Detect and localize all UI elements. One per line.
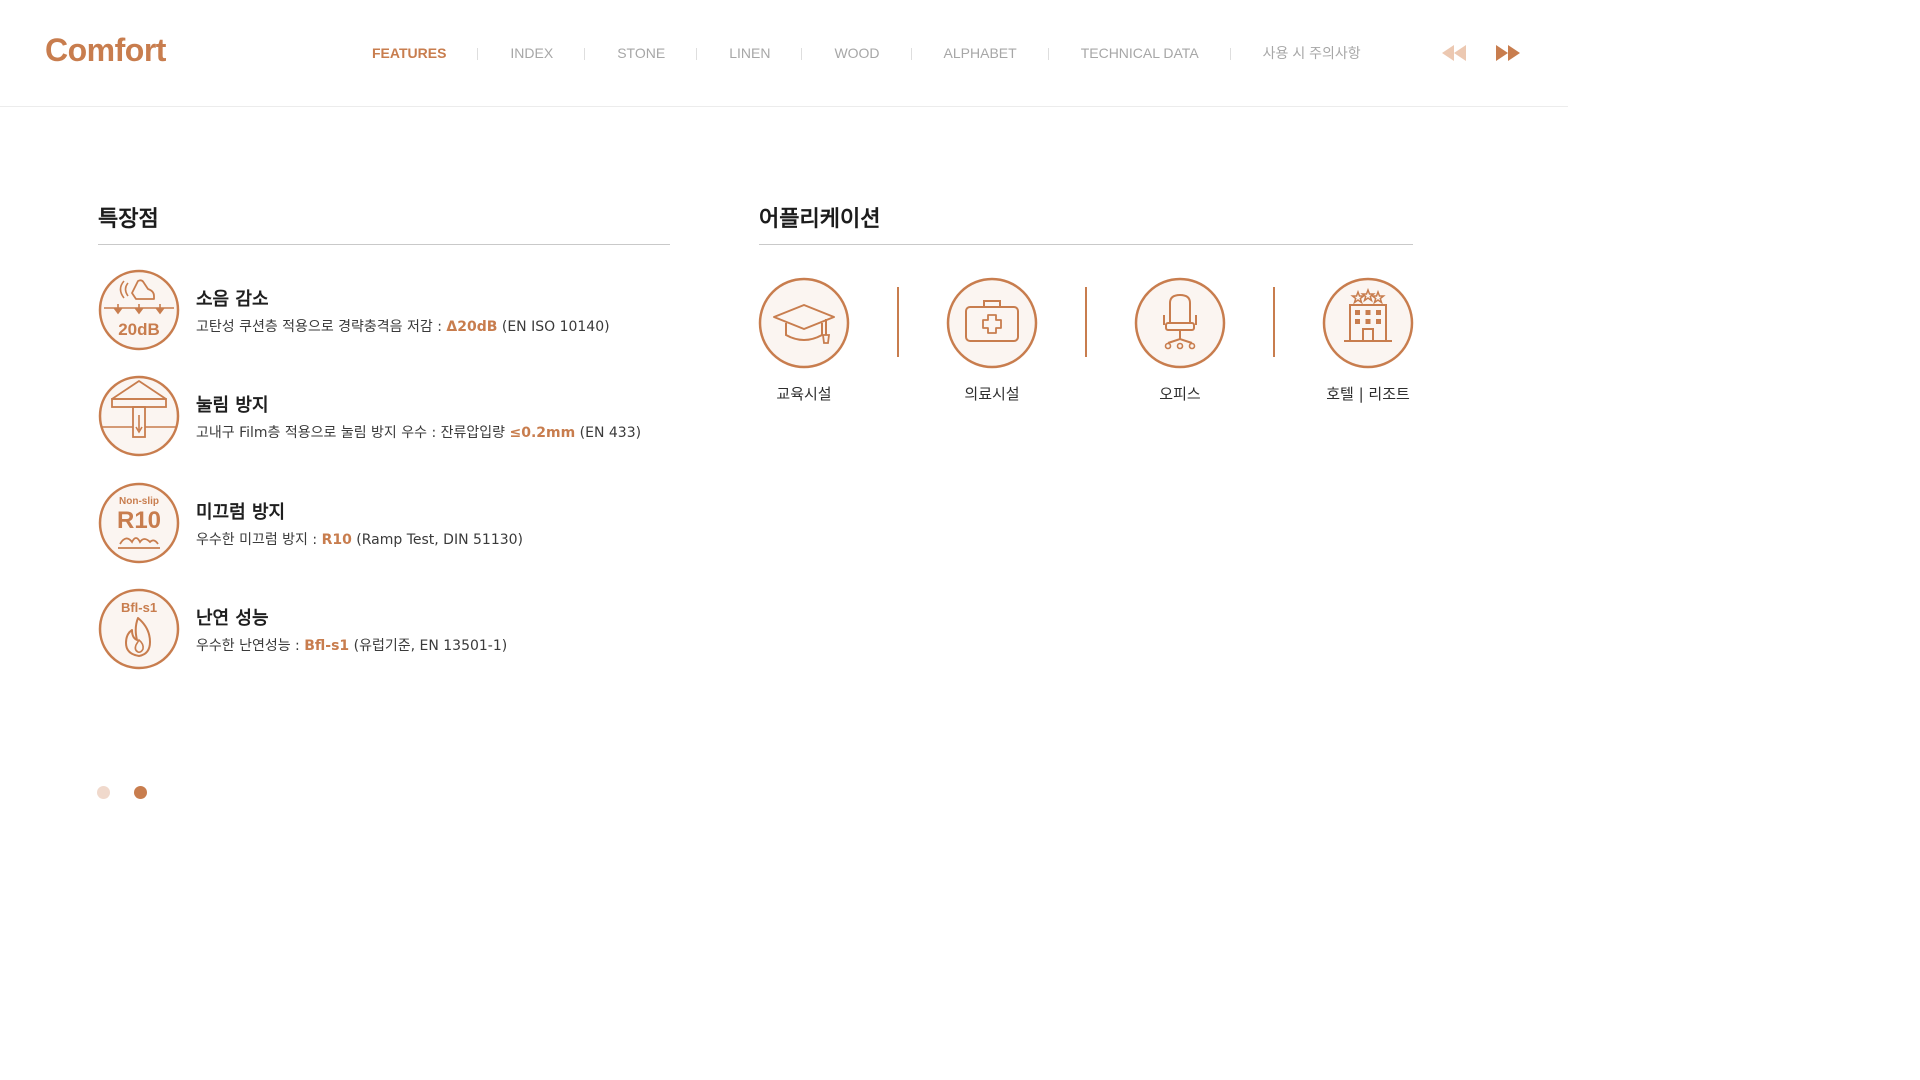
nav-item-index[interactable]: INDEX [478, 45, 586, 61]
press-down-icon [98, 375, 180, 457]
flame-icon: Bfl-s1 [98, 588, 180, 670]
pagination-dot-2-active[interactable] [134, 786, 147, 799]
brand-logo[interactable]: Comfort [45, 32, 166, 69]
feature-standard: (EN ISO 10140) [497, 319, 610, 335]
application-item-medical: 의료시설 [932, 277, 1052, 404]
feature-icon-small-text: Non-slip [119, 496, 159, 507]
top-navigation-bar: Comfort FEATURES INDEX STONE LINEN WOOD … [0, 0, 1568, 107]
applications-divider [759, 244, 1413, 245]
nav-item-usage-caution[interactable]: 사용 시 주의사항 [1231, 43, 1393, 63]
application-label: 오피스 [1159, 385, 1201, 403]
feature-standard: (유럽기준, EN 13501-1) [349, 638, 508, 654]
non-slip-icon: Non-slip R10 [98, 482, 180, 564]
double-right-arrow-icon[interactable] [1494, 42, 1522, 64]
feature-title: 난연 성능 [196, 608, 269, 629]
feature-item-noise: 20dB 소음 감소 고탄성 쿠션층 적용으로 경략충격음 저감 : Δ20dB… [98, 269, 698, 351]
application-item-education: 교육시설 [744, 277, 864, 404]
application-label: 교육시설 [776, 385, 832, 403]
footstep-sound-icon: 20dB [98, 269, 180, 351]
feature-icon-text: R10 [117, 507, 161, 534]
feature-desc-text: 고탄성 쿠션층 적용으로 경략충격음 저감 : [196, 319, 447, 335]
application-item-hotel: 호텔 | 리조트 [1308, 277, 1428, 404]
feature-description: 우수한 미끄럼 방지 : R10 (Ramp Test, DIN 51130) [196, 529, 523, 549]
feature-description: 고내구 Film층 적용으로 눌림 방지 우수 : 잔류압입량 ≤0.2mm (… [196, 422, 641, 442]
feature-title: 눌림 방지 [196, 395, 269, 416]
application-item-office: 오피스 [1120, 277, 1240, 404]
feature-title: 소음 감소 [196, 289, 269, 310]
application-label: 의료시설 [964, 385, 1020, 403]
nav-item-wood[interactable]: WOOD [802, 45, 912, 61]
pagination-dot-1[interactable] [97, 786, 110, 799]
features-divider [98, 244, 670, 245]
feature-icon-text: 20dB [118, 320, 160, 339]
feature-highlight-value: Bfl-s1 [304, 638, 350, 654]
graduation-cap-icon [758, 277, 850, 369]
hotel-building-icon [1322, 277, 1414, 369]
feature-highlight-value: R10 [321, 532, 352, 548]
medical-kit-icon [946, 277, 1038, 369]
feature-desc-text: 우수한 미끄럼 방지 : [196, 532, 322, 548]
nav-item-technical-data[interactable]: TECHNICAL DATA [1049, 45, 1231, 61]
nav-item-alphabet[interactable]: ALPHABET [912, 45, 1049, 61]
feature-item-fire: Bfl-s1 난연 성능 우수한 난연성능 : Bfl-s1 (유럽기준, EN… [98, 588, 698, 670]
feature-description: 고탄성 쿠션층 적용으로 경략충격음 저감 : Δ20dB (EN ISO 10… [196, 316, 610, 336]
feature-title: 미끄럼 방지 [196, 502, 286, 523]
feature-highlight-value: Δ20dB [446, 319, 498, 335]
feature-icon-small-text: Bfl-s1 [121, 600, 157, 615]
nav-item-stone[interactable]: STONE [585, 45, 698, 61]
feature-item-nonslip: Non-slip R10 미끄럼 방지 우수한 미끄럼 방지 : R10 (Ra… [98, 482, 698, 564]
nav-item-linen[interactable]: LINEN [697, 45, 803, 61]
application-separator [1273, 287, 1275, 357]
office-chair-icon [1134, 277, 1226, 369]
feature-desc-text: 고내구 Film층 적용으로 눌림 방지 우수 : 잔류압입량 [196, 425, 510, 441]
main-nav: FEATURES INDEX STONE LINEN WOOD ALPHABET… [340, 0, 1393, 106]
applications-title: 어플리케이션 [759, 207, 881, 232]
application-separator [897, 287, 899, 357]
feature-item-indent: 눌림 방지 고내구 Film층 적용으로 눌림 방지 우수 : 잔류압입량 ≤0… [98, 375, 698, 457]
nav-item-features[interactable]: FEATURES [340, 45, 479, 61]
feature-standard: (EN 433) [575, 425, 642, 441]
feature-desc-text: 우수한 난연성능 : [196, 638, 305, 654]
features-title: 특장점 [98, 207, 159, 232]
application-label: 호텔 | 리조트 [1326, 385, 1410, 403]
double-left-arrow-icon[interactable] [1440, 42, 1468, 64]
feature-description: 우수한 난연성능 : Bfl-s1 (유럽기준, EN 13501-1) [196, 635, 507, 655]
application-separator [1085, 287, 1087, 357]
feature-highlight-value: ≤0.2mm [509, 425, 576, 441]
feature-standard: (Ramp Test, DIN 51130) [351, 532, 524, 548]
